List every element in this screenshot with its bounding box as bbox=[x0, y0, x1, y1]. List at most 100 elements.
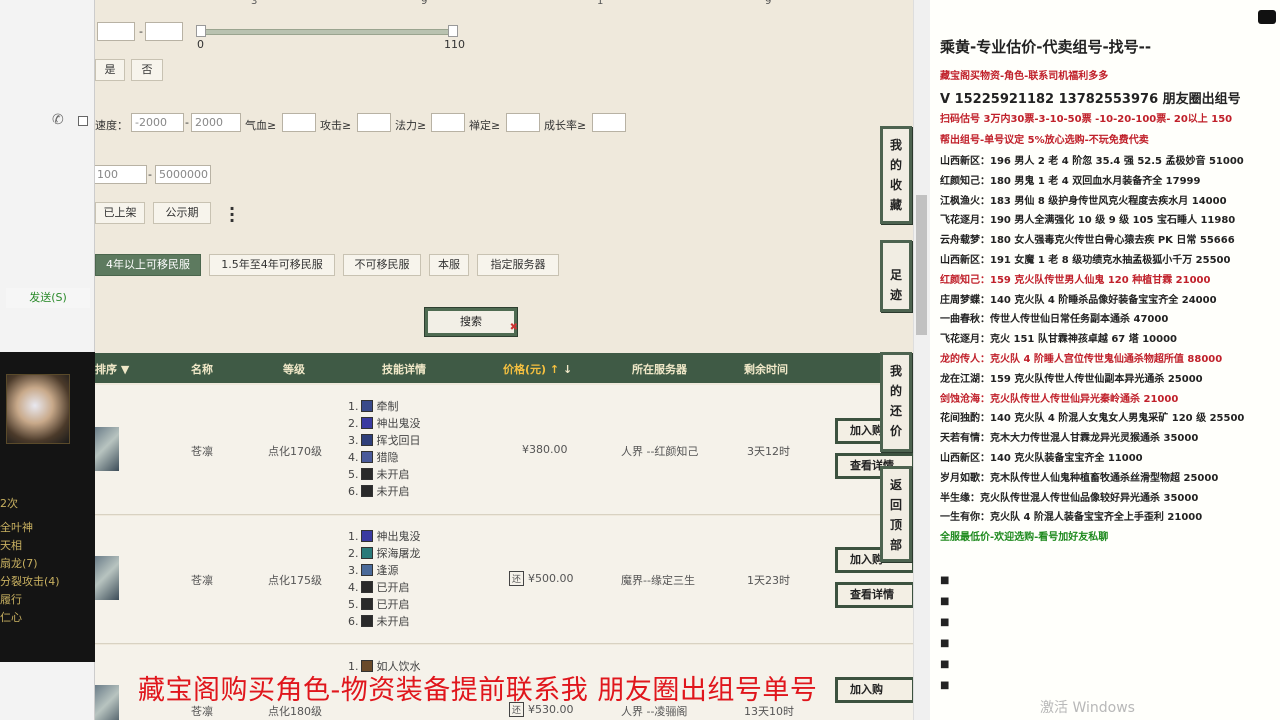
bullet: ■ bbox=[940, 680, 950, 691]
panel-line: 全叶神 bbox=[0, 521, 33, 534]
page-scrollbar[interactable] bbox=[913, 0, 930, 720]
skill-icon bbox=[360, 564, 373, 576]
announcement-panel: 乘黄-专业估价-代卖组号-找号-- 藏宝阁买物资-角色-联系司机福利多多 V 15… bbox=[930, 0, 1280, 720]
announcement-line: 山西新区：191 女魔 1 老 8 级功绩克水抽孟极狐小千万 25500 bbox=[940, 255, 1231, 266]
vnav-label: 我的收藏 bbox=[889, 138, 902, 212]
skill-item: 6. 未开启 bbox=[348, 484, 410, 500]
speed-to-input[interactable]: 2000 bbox=[191, 113, 241, 132]
tick-label: 9 bbox=[421, 0, 428, 7]
announcement-line: 藏宝阁买物资-角色-联系司机福利多多 bbox=[940, 71, 1109, 82]
close-icon[interactable]: ✖ bbox=[510, 317, 518, 339]
skill-icon bbox=[360, 400, 373, 412]
row-level: 点化175级 bbox=[268, 574, 322, 587]
skill-icon bbox=[360, 451, 373, 463]
send-button[interactable]: 发送(S) bbox=[6, 288, 90, 308]
skill-name: 未开启 bbox=[376, 485, 410, 498]
skill-name: 猎隐 bbox=[376, 451, 399, 464]
skill-name: 挥戈回日 bbox=[376, 434, 421, 447]
phone-icon[interactable]: ✆ bbox=[52, 112, 64, 128]
announcement-line: 山西新区：140 克火队装备宝宝齐全 11000 bbox=[940, 453, 1143, 464]
atk-label: 攻击≥ bbox=[320, 119, 352, 132]
tick-label: 3 bbox=[251, 0, 258, 7]
skill-index: 6. bbox=[348, 485, 359, 498]
announcement-line: 红颜知己：159 克火队传世男人仙鬼 120 种植甘霖 21000 bbox=[940, 275, 1211, 286]
add-to-cart-button[interactable]: 加入购 bbox=[835, 677, 913, 703]
slider-min-handle[interactable] bbox=[196, 25, 206, 37]
back-to-top-button[interactable]: 返回顶部 bbox=[880, 466, 912, 562]
table-row[interactable]: 苍凛 点化175级 1. 神出鬼没 2. 探海屠龙 3. 逢源 4. 已开启 5. 已开启… bbox=[95, 516, 913, 644]
my-bargain-button[interactable]: 我的还价 bbox=[880, 352, 912, 452]
row-name: 苍凛 bbox=[191, 574, 213, 587]
results-table-header: 排序 ▼ 名称 等级 技能详情 价格(元) ↑ ↓ 所在服务器 剩余时间 bbox=[95, 353, 913, 383]
price-to-input[interactable]: 5000000 bbox=[155, 165, 211, 184]
skill-name: 已开启 bbox=[376, 598, 410, 611]
range-max-input[interactable] bbox=[145, 22, 183, 41]
window-icon[interactable] bbox=[78, 116, 88, 126]
skill-name: 逢源 bbox=[376, 564, 399, 577]
speed-from-input[interactable]: -2000 bbox=[131, 113, 184, 132]
tab-specified-server[interactable]: 指定服务器 bbox=[477, 254, 559, 276]
tab-migrate-4y[interactable]: 4年以上可移民服 bbox=[95, 254, 201, 276]
skill-icon bbox=[360, 417, 373, 429]
announcement-line: 云舟载梦：180 女人强毒克火传世白骨心猿去疾 PK 日常 55666 bbox=[940, 235, 1235, 246]
tab-this-server[interactable]: 本服 bbox=[429, 254, 469, 276]
skill-item: 1. 牵制 bbox=[348, 399, 399, 415]
public-button[interactable]: 公示期 bbox=[153, 202, 211, 224]
my-favorites-button[interactable]: 我的收藏 bbox=[880, 126, 912, 224]
row-remaining: 3天12时 bbox=[747, 445, 790, 458]
price-from-input[interactable]: 100 bbox=[95, 165, 147, 184]
skill-name: 已开启 bbox=[376, 581, 410, 594]
skill-icon bbox=[360, 615, 373, 627]
zen-input[interactable] bbox=[506, 113, 540, 132]
range-dash: - bbox=[139, 25, 143, 38]
skill-name: 探海屠龙 bbox=[376, 547, 421, 560]
skill-index: 6. bbox=[348, 615, 359, 628]
range-min-input[interactable] bbox=[97, 22, 135, 41]
slider-max-handle[interactable] bbox=[448, 25, 458, 37]
atk-input[interactable] bbox=[357, 113, 391, 132]
listed-button[interactable]: 已上架 bbox=[95, 202, 145, 224]
hp-input[interactable] bbox=[282, 113, 316, 132]
hp-label: 气血≥ bbox=[245, 119, 277, 132]
character-thumbnail[interactable] bbox=[95, 685, 119, 720]
announcement-line: 飞花逐月：克火 151 队甘霖神孩卓越 67 塔 10000 bbox=[940, 334, 1177, 345]
character-avatar bbox=[6, 374, 70, 444]
panel-line: 天相 bbox=[0, 539, 22, 552]
row-server: 魔界--缘定三生 bbox=[621, 574, 695, 587]
announcement-line: 山西新区：196 男人 2 老 4 阶忽 35.4 强 52.5 孟极妙音 51… bbox=[940, 156, 1244, 167]
level-slider[interactable] bbox=[199, 29, 453, 35]
skill-index: 2. bbox=[348, 547, 359, 560]
server-header: 所在服务器 bbox=[632, 363, 687, 376]
growth-input[interactable] bbox=[592, 113, 626, 132]
view-details-button[interactable]: 查看详情 bbox=[835, 582, 913, 608]
vnav-label: 返回顶部 bbox=[889, 478, 902, 552]
search-button[interactable]: 搜索 ✖ bbox=[425, 308, 518, 339]
table-row[interactable]: 苍凛 点化170级 1. 牵制 2. 神出鬼没 3. 挥戈回日 4. 猎隐 5. 未开启 … bbox=[95, 385, 913, 515]
panel-line: 扇龙(7) bbox=[0, 557, 38, 570]
caret-down-icon: ▼ bbox=[120, 363, 130, 376]
slider-min-label: 0 bbox=[197, 38, 204, 51]
no-button[interactable]: 否 bbox=[131, 59, 163, 81]
character-thumbnail[interactable] bbox=[95, 556, 119, 600]
footprint-button[interactable]: 足迹 bbox=[880, 240, 912, 312]
scrollbar-thumb[interactable] bbox=[916, 195, 927, 335]
search-page: 3 9 1 9 - 0 110 是 否 速度： -2000 - 2000 气血≥… bbox=[95, 0, 913, 720]
magic-input[interactable] bbox=[431, 113, 465, 132]
more-icon[interactable]: · · · bbox=[229, 201, 235, 229]
tick-label: 9 bbox=[765, 0, 772, 7]
tab-no-migrate[interactable]: 不可移民服 bbox=[343, 254, 421, 276]
announcement-line: V 15225921182 13782553976 朋友圈出组号 bbox=[940, 92, 1241, 107]
price-header[interactable]: 价格(元) ↑ ↓ bbox=[503, 361, 572, 377]
camera-icon[interactable] bbox=[1258, 10, 1276, 24]
panel-line: 仁心 bbox=[0, 611, 22, 624]
skill-item: 4. 猎隐 bbox=[348, 450, 399, 466]
skill-index: 5. bbox=[348, 598, 359, 611]
skill-icon bbox=[360, 598, 373, 610]
yes-button[interactable]: 是 bbox=[95, 59, 125, 81]
chat-sidebar: ✆ 发送(S) 2次 全叶神 天相 扇龙(7) 分裂攻击(4) 履行 仁心 bbox=[0, 0, 95, 720]
sort-header[interactable]: 排序 ▼ bbox=[95, 361, 129, 377]
tab-migrate-1-5y[interactable]: 1.5年至4年可移民服 bbox=[209, 254, 335, 276]
range-dash: - bbox=[148, 168, 152, 181]
character-thumbnail[interactable] bbox=[95, 427, 119, 471]
panel-line: 履行 bbox=[0, 593, 22, 606]
